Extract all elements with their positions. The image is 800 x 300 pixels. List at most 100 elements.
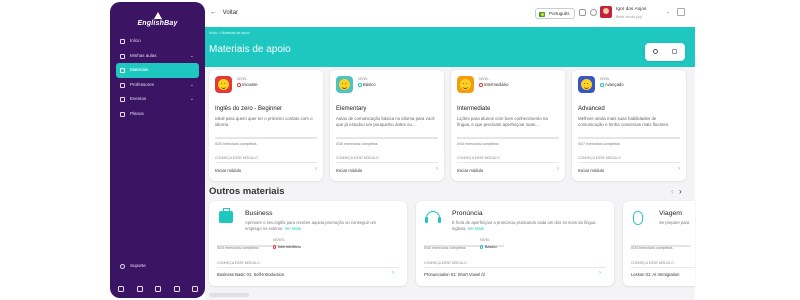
- back-button[interactable]: ← Voltar: [210, 9, 238, 16]
- exercise-count: 0/27 exercícios completos: [578, 142, 620, 146]
- material-description-text: É hora de aperfeiçoar a pronúncia pratic…: [452, 220, 596, 225]
- material-card-pronuncia[interactable]: Pronúncia É hora de aperfeiçoar a pronún…: [416, 201, 614, 286]
- chevron-right-icon[interactable]: ›: [599, 270, 601, 276]
- arrow-left-icon: ←: [210, 9, 217, 16]
- see-more-link[interactable]: Ver Mais: [468, 226, 484, 231]
- breadcrumb[interactable]: Início > Materiais de apoio: [209, 31, 250, 35]
- see-more-link[interactable]: Ver Mais: [285, 226, 301, 231]
- sidebar-item-label: Planos: [130, 110, 144, 116]
- material-title: Business: [245, 210, 273, 217]
- start-module-label[interactable]: Iniciar módulo: [215, 168, 241, 173]
- language-label: Português: [549, 11, 570, 16]
- sailboat-icon: [153, 12, 162, 19]
- material-description-text: emprego no exterior.: [245, 225, 284, 231]
- smiley-icon: [460, 79, 471, 90]
- first-lesson-label[interactable]: Business Basic 01: Self-Introduction: [217, 272, 284, 277]
- module-card-intermediate[interactable]: NÍVEL Intermediário Intermediate Lições …: [451, 70, 565, 181]
- chevron-right-icon[interactable]: ›: [557, 166, 559, 172]
- know-module-link[interactable]: CONHEÇA ESSE MÓDULO: [457, 156, 500, 160]
- level-name-text: Avançado: [605, 82, 624, 87]
- sidebar-item-eventos[interactable]: Eventos ⌄: [116, 92, 199, 107]
- divider: [336, 162, 438, 163]
- logo-text: EnglishBay: [137, 20, 178, 27]
- divider: [578, 162, 680, 163]
- facebook-icon[interactable]: [118, 286, 124, 292]
- chevron-right-icon[interactable]: ›: [679, 187, 682, 196]
- language-selector[interactable]: Português: [535, 8, 575, 19]
- level-name: Avançado: [600, 82, 624, 87]
- filter-icon[interactable]: [672, 49, 677, 54]
- instagram-icon[interactable]: [136, 286, 143, 292]
- material-title: Pronúncia: [452, 210, 483, 217]
- sidebar-item-minhas-aulas[interactable]: Minhas aulas ⌄: [116, 49, 199, 64]
- sidebar-item-materiais[interactable]: Materiais: [116, 63, 199, 78]
- know-module-link[interactable]: CONHEÇA ESSE MÓDULO: [336, 156, 379, 160]
- chevron-right-icon[interactable]: ›: [436, 166, 438, 172]
- topbar: ← Voltar Português Igor dos Anjos Bem vi…: [205, 0, 695, 27]
- first-lesson-label[interactable]: Pronunciation 01: Short Vowel /ɪ/: [424, 272, 485, 277]
- start-module-label[interactable]: Iniciar módulo: [336, 168, 362, 173]
- module-title: Inglês do zero - Beginner: [215, 106, 283, 112]
- material-card-business[interactable]: Business Aprimore o seu inglês para rece…: [209, 201, 407, 286]
- progress-bar: [336, 137, 438, 139]
- support-icon: [120, 263, 125, 269]
- module-description: Ideal para quem quer ter o primeiro cont…: [215, 116, 313, 127]
- sidebar: EnglishBay Início Minhas aulas ⌄ Materia…: [110, 2, 205, 298]
- logout-icon[interactable]: [677, 8, 685, 16]
- linkedin-icon[interactable]: [192, 286, 198, 292]
- level-dot-icon: [600, 83, 604, 87]
- sidebar-item-suporte[interactable]: Suporte: [116, 260, 199, 272]
- luggage-icon: [633, 211, 643, 225]
- level-name: Intermediário: [273, 244, 301, 249]
- know-module-link[interactable]: CONHEÇA ESSE MÓDULO: [631, 261, 674, 265]
- module-title: Intermediate: [457, 106, 491, 112]
- headphones-icon: [425, 211, 441, 223]
- material-description: Aprimore o seu inglês para receber aquel…: [245, 220, 376, 232]
- first-lesson-label[interactable]: Lesson 01: At Immigration: [631, 272, 679, 277]
- divider: [217, 267, 399, 268]
- app-root: EnglishBay Início Minhas aulas ⌄ Materia…: [0, 0, 800, 300]
- logo[interactable]: EnglishBay: [110, 12, 205, 27]
- module-card-elementary[interactable]: NÍVEL Básico Elementary Aulas de comunic…: [330, 70, 444, 181]
- material-description: É hora de aperfeiçoar a pronúncia pratic…: [452, 220, 595, 232]
- settings-icon[interactable]: [590, 9, 597, 16]
- sidebar-item-inicio[interactable]: Início: [116, 34, 199, 49]
- level-name-text: Intermediário: [277, 244, 302, 249]
- smiley-icon: [218, 79, 229, 90]
- material-description: Se prepare para: [659, 220, 689, 226]
- avatar[interactable]: [600, 6, 612, 18]
- chevron-right-icon[interactable]: ›: [678, 166, 680, 172]
- chevron-right-icon[interactable]: ›: [392, 270, 394, 276]
- module-card-beginner[interactable]: NÍVEL Iniciante Inglês do zero - Beginne…: [209, 70, 323, 181]
- progress-bar: [457, 137, 559, 139]
- sidebar-item-professores[interactable]: Professores ⌄: [116, 78, 199, 93]
- level-name-text: Iniciante: [242, 82, 258, 87]
- chevron-down-icon[interactable]: ⌄: [666, 9, 670, 15]
- chevron-right-icon[interactable]: ›: [315, 166, 317, 172]
- know-module-link[interactable]: CONHEÇA ESSE MÓDULO: [578, 156, 621, 160]
- chevron-left-icon[interactable]: ‹: [671, 187, 674, 196]
- youtube-icon[interactable]: [173, 286, 180, 292]
- level-name: Básico: [480, 244, 497, 249]
- level-badge-icon: [457, 76, 474, 93]
- level-caption: NÍVEL: [237, 77, 248, 81]
- module-card-advanced[interactable]: NÍVEL Avançado Advanced Melhore ainda ma…: [572, 70, 686, 181]
- know-module-link[interactable]: CONHEÇA ESSE MÓDULO: [424, 261, 467, 265]
- material-card-viagem[interactable]: Viagem Se prepare para 0/24 exercícios c…: [623, 201, 695, 286]
- section-title: Outros materiais: [209, 186, 285, 197]
- know-module-link[interactable]: CONHEÇA ESSE MÓDULO: [215, 156, 258, 160]
- module-description: Melhore ainda mais suas habilidades de c…: [578, 116, 670, 127]
- start-module-label[interactable]: Iniciar módulo: [578, 168, 604, 173]
- notification-icon[interactable]: [579, 9, 586, 16]
- level-caption: NÍVEL: [479, 77, 490, 81]
- know-module-link[interactable]: CONHEÇA ESSE MÓDULO: [217, 261, 260, 265]
- divider: [457, 162, 559, 163]
- sidebar-item-planos[interactable]: Planos: [116, 107, 199, 122]
- sidebar-item-label: Professores: [130, 81, 155, 87]
- level-dot-icon: [273, 245, 277, 249]
- level-caption: NÍVEL: [480, 238, 491, 242]
- twitter-icon[interactable]: [155, 286, 161, 292]
- smiley-icon: [339, 79, 350, 90]
- start-module-label[interactable]: Iniciar módulo: [457, 168, 483, 173]
- search-icon[interactable]: [653, 49, 658, 54]
